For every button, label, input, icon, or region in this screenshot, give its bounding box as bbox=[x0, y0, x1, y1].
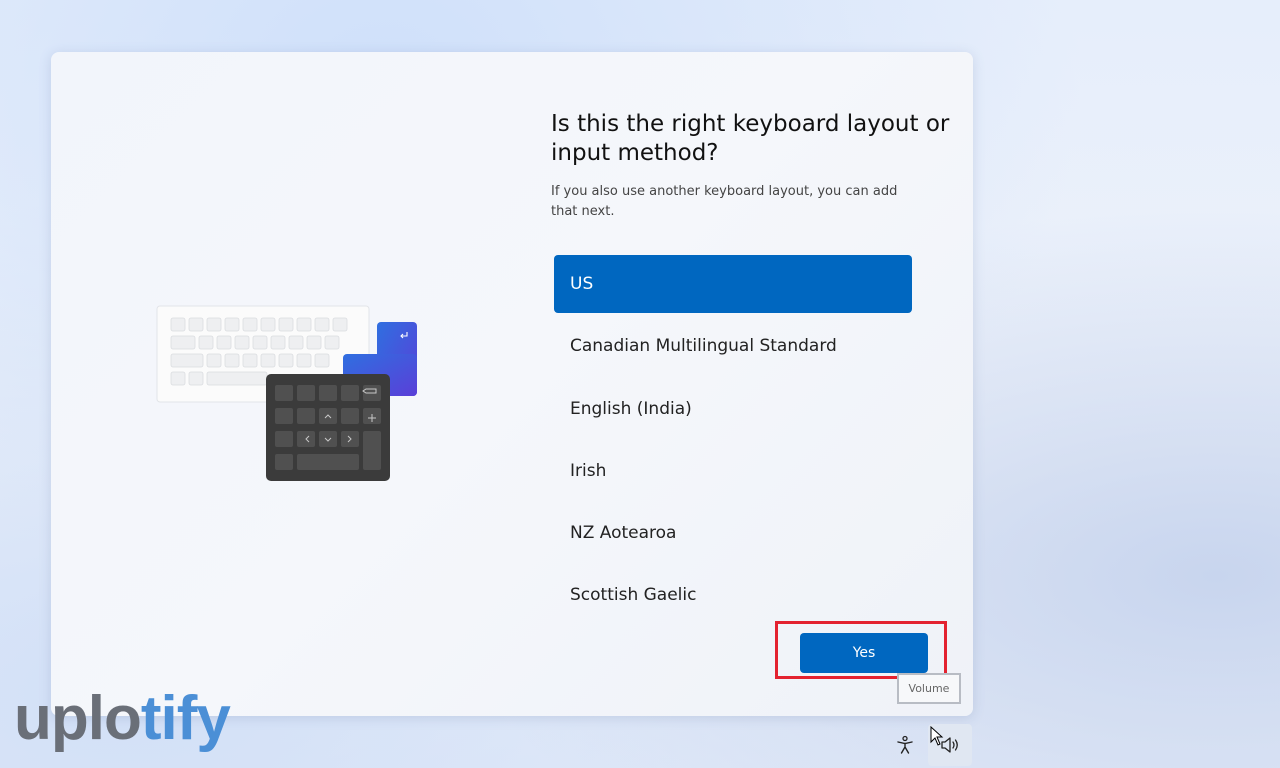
page-subtitle: If you also use another keyboard layout,… bbox=[551, 184, 898, 219]
layout-item-label: US bbox=[570, 274, 594, 294]
layout-item-scottish-gaelic[interactable]: Scottish Gaelic bbox=[554, 566, 912, 600]
watermark-logo: uplotify bbox=[14, 688, 231, 750]
highlight-annotation bbox=[775, 621, 947, 679]
layout-item-label: Canadian Multilingual Standard bbox=[570, 336, 837, 357]
layout-item-label: Scottish Gaelic bbox=[570, 585, 697, 600]
accessibility-icon bbox=[897, 735, 913, 754]
layout-item-label: English (India) bbox=[570, 398, 692, 419]
setup-dialog: Is this the right keyboard layout or inp… bbox=[51, 52, 973, 716]
layout-item-label: Irish bbox=[570, 460, 607, 481]
keyboard-illustration bbox=[156, 305, 417, 481]
layout-item-label: NZ Aotearoa bbox=[570, 523, 677, 544]
layout-item-english-india[interactable]: English (India) bbox=[554, 380, 912, 438]
mouse-cursor-icon bbox=[930, 726, 944, 746]
volume-tooltip: Volume bbox=[897, 673, 961, 704]
keyboard-layout-list[interactable]: US Canadian Multilingual Standard Englis… bbox=[554, 255, 912, 600]
layout-item-irish[interactable]: Irish bbox=[554, 442, 912, 500]
watermark-text-part2: tify bbox=[140, 684, 231, 753]
page-title: Is this the right keyboard layout or inp… bbox=[551, 111, 950, 166]
layout-item-us[interactable]: US bbox=[554, 255, 912, 313]
layout-item-canadian-multilingual[interactable]: Canadian Multilingual Standard bbox=[554, 317, 912, 375]
watermark-text-part1: uplo bbox=[14, 684, 142, 753]
accessibility-button[interactable] bbox=[888, 724, 922, 766]
layout-item-nz-aotearoa[interactable]: NZ Aotearoa bbox=[554, 504, 912, 562]
